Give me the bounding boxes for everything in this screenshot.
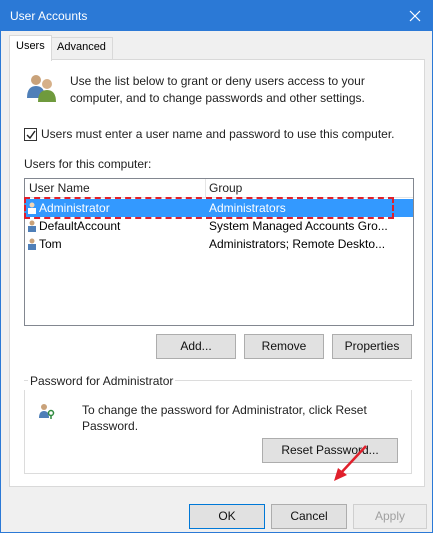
user-accounts-window: User Accounts Users Advanced Use the lis… [0, 0, 433, 533]
group-cell: Administrators; Remote Deskto... [209, 237, 386, 251]
title-bar[interactable]: User Accounts [1, 1, 432, 31]
properties-button[interactable]: Properties [332, 334, 412, 359]
remove-button[interactable]: Remove [244, 334, 324, 359]
reset-password-button[interactable]: Reset Password... [262, 438, 398, 463]
users-icon [24, 72, 58, 104]
group-cell: Administrators [209, 201, 286, 215]
users-tab-panel: Use the list below to grant or deny user… [9, 59, 425, 487]
table-row[interactable]: DefaultAccount System Managed Accounts G… [25, 217, 413, 235]
user-name-cell: Tom [39, 237, 62, 251]
column-header-group[interactable]: Group [209, 181, 242, 195]
user-icon [27, 220, 37, 232]
apply-button[interactable]: Apply [353, 504, 427, 529]
add-button[interactable]: Add... [156, 334, 236, 359]
window-title: User Accounts [10, 9, 88, 23]
close-icon[interactable] [404, 5, 426, 27]
users-list-header: User Name Group [25, 179, 413, 198]
must-login-label: Users must enter a user name and passwor… [41, 127, 395, 141]
user-name-cell: DefaultAccount [39, 219, 121, 233]
user-icon [27, 238, 37, 250]
users-list-label: Users for this computer: [24, 157, 152, 171]
cancel-button[interactable]: Cancel [271, 504, 347, 529]
column-divider[interactable] [205, 179, 206, 198]
key-user-icon [38, 402, 56, 420]
password-instructions: To change the password for Administrator… [82, 403, 367, 433]
ok-button[interactable]: OK [189, 504, 265, 529]
intro-text: Use the list below to grant or deny user… [70, 74, 365, 105]
password-group-label: Password for Administrator [28, 374, 176, 388]
group-cell: System Managed Accounts Gro... [209, 219, 388, 233]
table-row[interactable]: Tom Administrators; Remote Deskto... [25, 235, 413, 253]
must-login-checkbox[interactable] [24, 128, 37, 141]
tab-users[interactable]: Users [9, 35, 52, 61]
users-list[interactable]: User Name Group Administrator Administra… [24, 178, 414, 326]
user-icon [27, 202, 37, 214]
table-row[interactable]: Administrator Administrators [25, 199, 413, 217]
column-header-user-name[interactable]: User Name [29, 181, 90, 195]
tab-advanced[interactable]: Advanced [50, 37, 113, 59]
user-name-cell: Administrator [39, 201, 110, 215]
